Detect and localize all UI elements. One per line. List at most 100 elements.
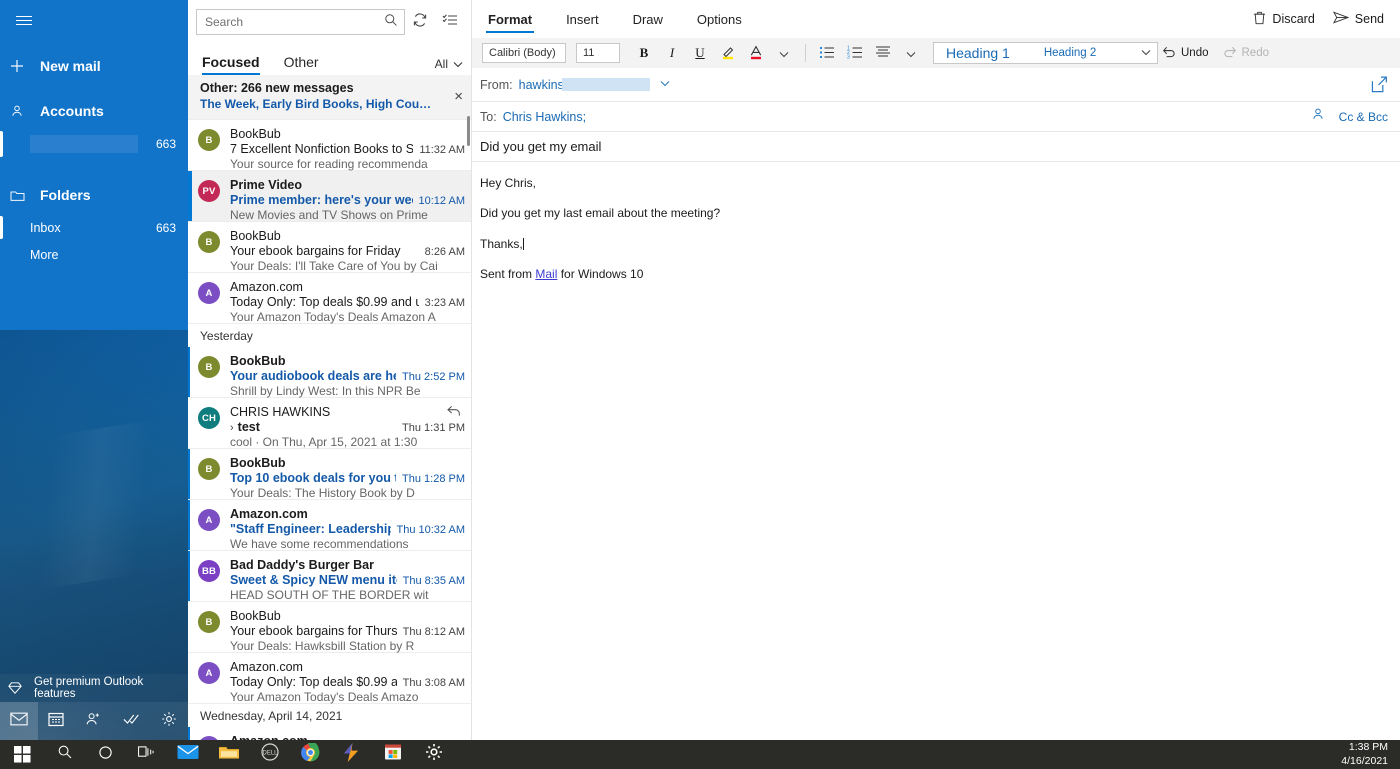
message-list-item[interactable]: A Amazon.com"Staff Engineer: Leadership..… [188, 500, 471, 551]
styles-chevron-down-icon[interactable] [1141, 48, 1157, 59]
from-field[interactable]: From: hawkins [472, 68, 1400, 102]
numbered-list-button[interactable]: 123 [841, 40, 869, 66]
message-list-item[interactable]: A Amazon.comToday Only: Top deals $0.99 a… [188, 653, 471, 704]
cc-bcc-button[interactable]: Cc & Bcc [1339, 110, 1388, 124]
taskbar-flash-button[interactable] [331, 740, 372, 769]
pop-out-button[interactable] [1371, 76, 1388, 98]
message-list-item[interactable]: A Amazon.comToday Only: Top deals $0.99 a… [188, 273, 471, 324]
list-scrollbar-thumb[interactable] [467, 116, 470, 146]
close-icon[interactable]: × [454, 89, 463, 104]
nav-calendar-button[interactable] [38, 702, 76, 740]
from-chevron-down-icon[interactable] [660, 79, 670, 90]
nav-mail-button[interactable] [0, 702, 38, 740]
more-paragraph-options-button[interactable] [897, 40, 925, 66]
message-list-item[interactable]: B BookBub Your audiobook deals are here Thu… [188, 347, 471, 398]
account-item[interactable]: 663 [0, 130, 188, 158]
message-sender: BookBub [230, 127, 281, 141]
message-summary: Amazon.com"Staff Engineer: Leadership...… [230, 507, 465, 551]
taskbar-mail-button[interactable] [167, 740, 208, 769]
taskbar-cortana-button[interactable] [85, 740, 126, 769]
accounts-header[interactable]: Accounts [0, 92, 188, 130]
body-line-closing: Thanks, [480, 237, 1392, 251]
more-font-options-button[interactable] [770, 40, 798, 66]
avatar: B [198, 129, 220, 151]
taskbar-search-button[interactable] [44, 740, 85, 769]
selection-mode-button[interactable] [435, 7, 465, 37]
font-size-selector[interactable]: 11 [576, 43, 620, 63]
signature-link[interactable]: Mail [535, 267, 557, 281]
message-sender: Bad Daddy's Burger Bar [230, 558, 374, 572]
nav-people-button[interactable] [75, 702, 113, 740]
taskbar-task-view-button[interactable] [126, 740, 167, 769]
tab-insert[interactable]: Insert [564, 3, 601, 35]
premium-upsell-button[interactable]: Get premium Outlook features [0, 674, 188, 702]
taskbar-settings-button[interactable] [413, 740, 454, 769]
to-field[interactable]: To: Chris Hawkins; Cc & Bcc [472, 102, 1400, 132]
taskbar-file-explorer-button[interactable] [208, 740, 249, 769]
highlight-button[interactable] [714, 40, 742, 66]
tab-draw[interactable]: Draw [631, 3, 665, 35]
subject-field[interactable]: Did you get my email [472, 132, 1400, 162]
sidebar-item-inbox[interactable]: Inbox 663 [0, 214, 188, 241]
font-name-selector[interactable]: Calibri (Body) [482, 43, 566, 63]
tab-options[interactable]: Options [695, 3, 744, 35]
taskbar-chrome-button[interactable] [290, 740, 331, 769]
taskbar-clock[interactable]: 1:38 PM 4/16/2021 [1341, 741, 1400, 767]
taskbar-microsoft-store-button[interactable] [372, 740, 413, 769]
ribbon-tab-bar: Format Insert Draw Options Discard Send [472, 0, 1400, 38]
sidebar-item-more[interactable]: More [0, 241, 188, 268]
thread-expand-icon[interactable]: › [230, 422, 234, 434]
other-banner-senders: The Week, Early Bird Books, High Country… [200, 97, 432, 111]
nav-todo-button[interactable] [113, 702, 151, 740]
subject-value[interactable]: Did you get my email [480, 139, 601, 154]
message-list-item[interactable]: PV Prime Video Prime member: here's your w… [188, 171, 471, 222]
other-messages-banner[interactable]: Other: 266 new messages The Week, Early … [188, 75, 471, 120]
list-scrollbar-track[interactable] [465, 112, 471, 744]
taskbar-dell-button[interactable]: DELL [249, 740, 290, 769]
message-list-item[interactable]: B BookBubTop 10 ebook deals for you this … [188, 449, 471, 500]
start-button[interactable] [0, 740, 44, 769]
new-mail-button[interactable]: New mail [0, 46, 188, 86]
pivot-other[interactable]: Other [284, 54, 319, 75]
windows-taskbar: DELL 1:38 PM 4/16/2021 [0, 740, 1400, 769]
message-list-item[interactable]: B BookBub 7 Excellent Nonfiction Books to … [188, 120, 471, 171]
undo-button[interactable]: Undo [1162, 45, 1209, 61]
search-input[interactable] [205, 15, 384, 29]
selection-mode-icon [442, 12, 458, 33]
nav-settings-button[interactable] [150, 702, 188, 740]
message-sender: Amazon.com [230, 660, 303, 674]
svg-text:DELL: DELL [262, 751, 278, 757]
message-list-item[interactable]: BB Bad Daddy's Burger Bar Sweet & Spicy NE… [188, 551, 471, 602]
tab-format[interactable]: Format [486, 3, 535, 35]
underline-button[interactable]: U [686, 40, 714, 66]
pivot-focused[interactable]: Focused [202, 54, 260, 75]
align-button[interactable] [869, 40, 897, 66]
folders-header[interactable]: Folders [0, 176, 188, 214]
bold-button[interactable]: B [630, 40, 658, 66]
unread-indicator [188, 602, 190, 652]
styles-gallery[interactable]: Heading 1 Heading 2 [933, 42, 1158, 64]
message-sender: Prime Video [230, 178, 303, 192]
filter-dropdown[interactable]: All [435, 57, 463, 75]
message-list-item[interactable]: CH CHRIS HAWKINS › test Thu 1:31 PM cool · On… [188, 398, 471, 449]
message-list-item[interactable]: B BookBub Your ebook bargains for Friday 8:… [188, 222, 471, 273]
style-heading1[interactable]: Heading 1 [938, 45, 1018, 61]
font-color-button[interactable] [742, 40, 770, 66]
style-heading2[interactable]: Heading 2 [1036, 47, 1104, 59]
message-subject: Today Only: Top deals $0.99 and u [230, 675, 397, 689]
discard-button[interactable]: Discard [1253, 11, 1315, 28]
send-button[interactable]: Send [1332, 11, 1384, 27]
bulleted-list-button[interactable] [813, 40, 841, 66]
search-icon[interactable] [384, 13, 398, 32]
search-box[interactable] [196, 9, 405, 35]
message-body[interactable]: Hey Chris, Did you get my last email abo… [472, 162, 1400, 282]
microsoft-store-icon [384, 743, 402, 766]
person-picker-icon[interactable] [1311, 107, 1325, 126]
compose-actions: Discard Send [1253, 11, 1400, 28]
hamburger-menu-button[interactable] [0, 0, 48, 40]
to-value[interactable]: Chris Hawkins; [503, 110, 586, 124]
message-list-item[interactable]: B BookBubYour ebook bargains for Thursday… [188, 602, 471, 653]
italic-button[interactable]: I [658, 40, 686, 66]
redo-icon [1223, 45, 1237, 61]
sync-button[interactable] [405, 7, 435, 37]
